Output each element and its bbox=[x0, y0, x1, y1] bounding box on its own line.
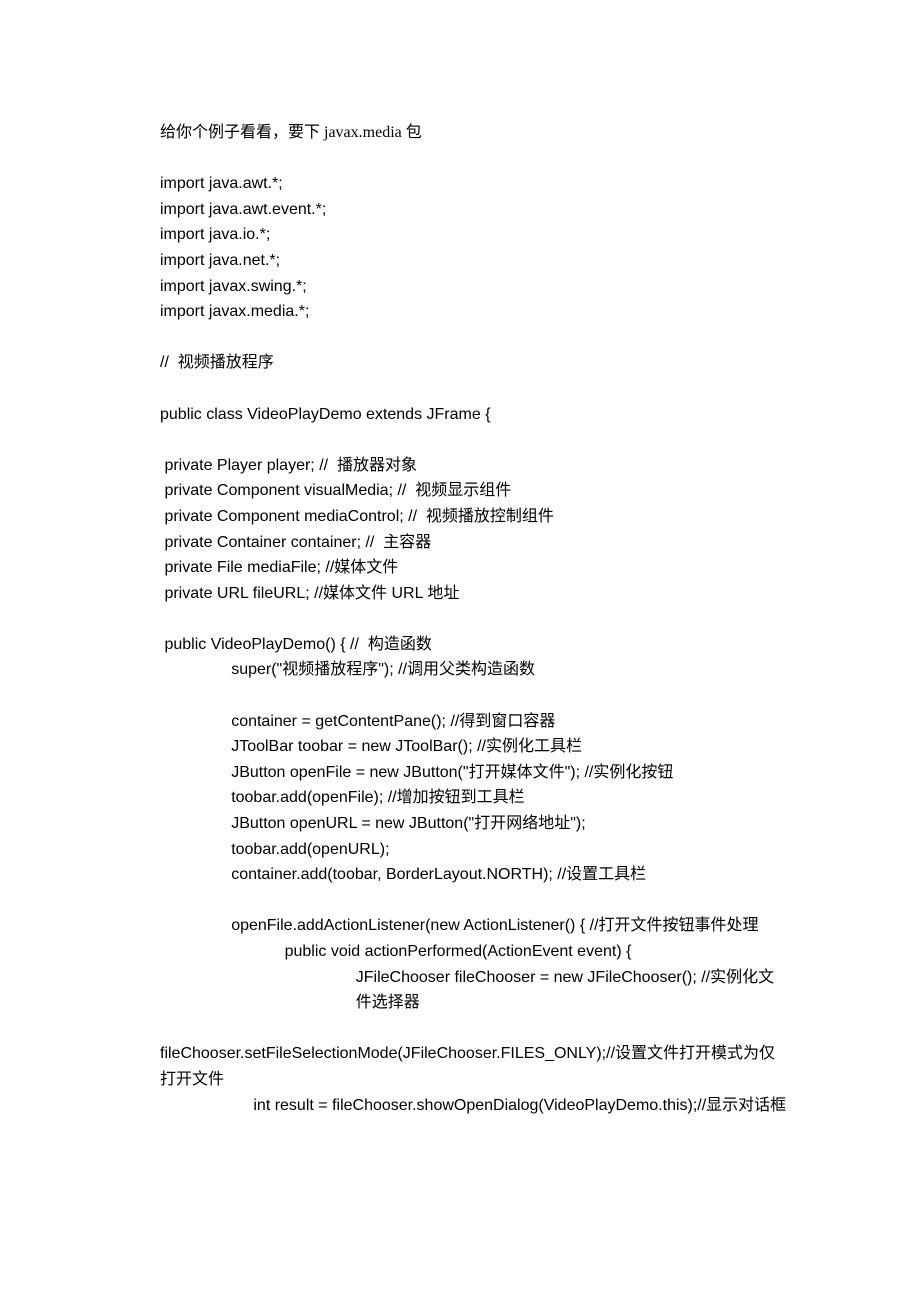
document-page: 给你个例子看看，要下 javax.media 包 import java.awt… bbox=[0, 0, 920, 1302]
code-line: // 视频播放程序 bbox=[160, 350, 790, 376]
code-line: container = getContentPane(); //得到窗口容器 bbox=[160, 709, 790, 735]
blank-line bbox=[160, 427, 790, 453]
code-line: private Player player; // 播放器对象 bbox=[160, 453, 790, 479]
blank-line bbox=[160, 325, 790, 351]
blank-line bbox=[160, 606, 790, 632]
code-line: fileChooser.setFileSelectionMode(JFileCh… bbox=[160, 1041, 790, 1092]
code-line: import java.awt.event.*; bbox=[160, 197, 790, 223]
code-line: import javax.media.*; bbox=[160, 299, 790, 325]
code-line: int result = fileChooser.showOpenDialog(… bbox=[160, 1093, 790, 1119]
code-line: super("视频播放程序"); //调用父类构造函数 bbox=[160, 657, 790, 683]
code-line: openFile.addActionListener(new ActionLis… bbox=[160, 913, 790, 939]
blank-line bbox=[160, 683, 790, 709]
code-line: import java.awt.*; bbox=[160, 171, 790, 197]
code-line: JToolBar toobar = new JToolBar(); //实例化工… bbox=[160, 734, 790, 760]
code-line: private Container container; // 主容器 bbox=[160, 530, 790, 556]
code-line: toobar.add(openURL); bbox=[160, 837, 790, 863]
code-line: container.add(toobar, BorderLayout.NORTH… bbox=[160, 862, 790, 888]
code-line: import java.io.*; bbox=[160, 222, 790, 248]
code-line: public void actionPerformed(ActionEvent … bbox=[160, 939, 790, 965]
blank-line bbox=[160, 376, 790, 402]
code-line: import javax.swing.*; bbox=[160, 274, 790, 300]
code-line: private Component mediaControl; // 视频播放控… bbox=[160, 504, 790, 530]
code-line: public VideoPlayDemo() { // 构造函数 bbox=[160, 632, 790, 658]
intro-text: 给你个例子看看，要下 javax.media 包 bbox=[160, 120, 790, 146]
code-line: private Component visualMedia; // 视频显示组件 bbox=[160, 478, 790, 504]
blank-line bbox=[160, 1016, 790, 1042]
code-line: public class VideoPlayDemo extends JFram… bbox=[160, 402, 790, 428]
blank-line bbox=[160, 888, 790, 914]
code-line: JButton openFile = new JButton("打开媒体文件")… bbox=[160, 760, 790, 786]
code-line: private URL fileURL; //媒体文件 URL 地址 bbox=[160, 581, 790, 607]
code-line: toobar.add(openFile); //增加按钮到工具栏 bbox=[160, 785, 790, 811]
code-line: JFileChooser fileChooser = new JFileChoo… bbox=[160, 965, 790, 1016]
code-line: JButton openURL = new JButton("打开网络地址"); bbox=[160, 811, 790, 837]
code-line: import java.net.*; bbox=[160, 248, 790, 274]
blank-line bbox=[160, 146, 790, 172]
code-line: private File mediaFile; //媒体文件 bbox=[160, 555, 790, 581]
